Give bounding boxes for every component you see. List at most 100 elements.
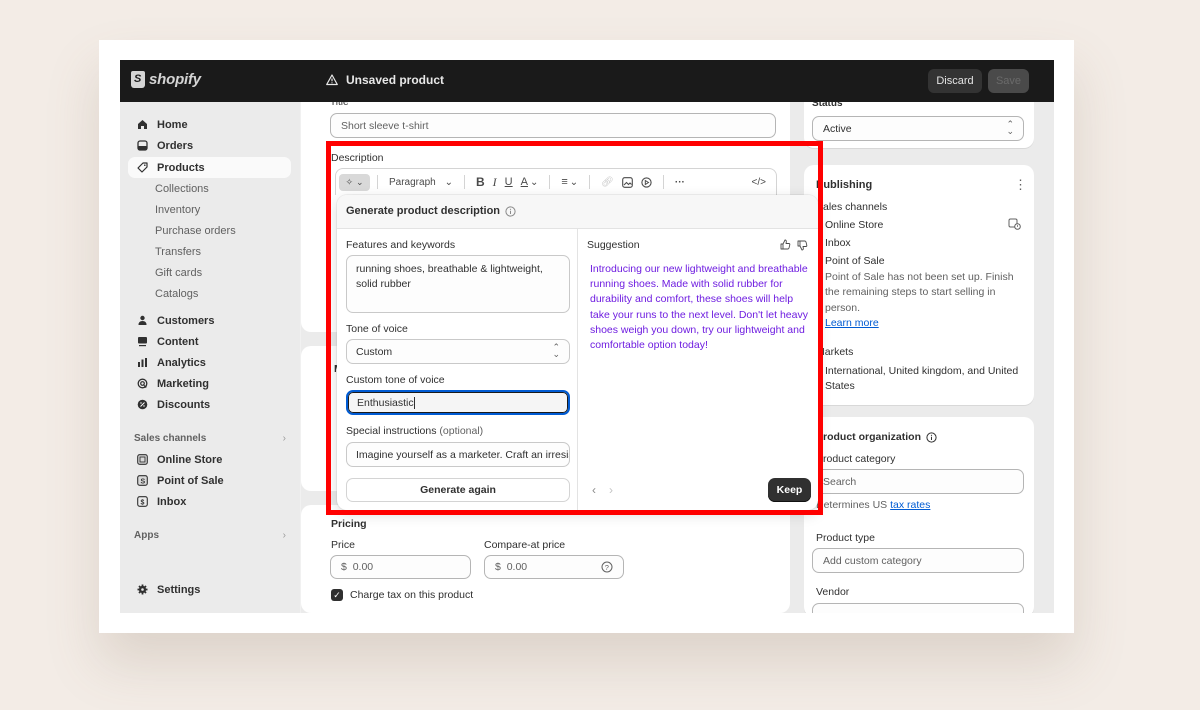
sidebar-item-orders[interactable]: Orders xyxy=(128,135,291,156)
product-organization-card: Product organization Product category Se… xyxy=(804,417,1034,613)
apps-section[interactable]: Apps › xyxy=(134,530,286,541)
status-select[interactable]: Active ⌃ ⌄ xyxy=(812,116,1024,141)
sidebar-item-discounts[interactable]: Discounts xyxy=(128,394,291,415)
sidebar-item-label: Content xyxy=(157,335,199,348)
more-icon[interactable]: ··· xyxy=(675,177,685,188)
person-icon xyxy=(136,315,148,327)
image-icon[interactable] xyxy=(622,176,633,188)
generate-again-button[interactable]: Generate again xyxy=(346,478,570,502)
price-currency: $ xyxy=(341,561,347,573)
learn-more-link[interactable]: Learn more xyxy=(825,317,879,329)
features-label: Features and keywords xyxy=(346,239,456,251)
popover-title-text: Generate product description xyxy=(346,205,501,217)
sidebar-item-point-of-sale[interactable]: S Point of Sale xyxy=(128,470,291,491)
sidebar-item-inbox[interactable]: $ Inbox xyxy=(128,491,291,512)
more-options-icon[interactable]: ⋮ xyxy=(1014,177,1027,193)
sidebar-item-label: Orders xyxy=(157,139,194,152)
info-icon[interactable] xyxy=(926,431,937,443)
help-icon[interactable]: ? xyxy=(601,561,613,576)
toolbar-divider xyxy=(464,175,465,189)
charge-tax-checkbox[interactable]: ✓ xyxy=(331,589,343,601)
sidebar-subitem-collections[interactable]: Collections xyxy=(155,183,209,195)
sidebar-item-label: Discounts xyxy=(157,398,211,411)
sidebar-item-label: Customers xyxy=(157,314,215,327)
sidebar-item-online-store[interactable]: Online Store xyxy=(128,449,291,470)
custom-tone-value: Enthusiastic xyxy=(357,396,414,409)
bold-icon[interactable]: B xyxy=(476,175,485,189)
svg-text:?: ? xyxy=(605,563,609,572)
toolbar-divider xyxy=(662,175,664,189)
popover-header: Generate product description xyxy=(337,195,818,229)
shopify-bag-icon xyxy=(131,71,145,88)
sidebar-item-label: Online Store xyxy=(157,453,223,466)
sidebar-item-settings[interactable]: Settings xyxy=(128,579,291,600)
sidebar-subitem-catalogs[interactable]: Catalogs xyxy=(155,288,198,300)
markets-label: Markets xyxy=(816,346,854,358)
tax-rates-link[interactable]: tax rates xyxy=(890,499,930,511)
special-label-text: Special instructions xyxy=(346,425,437,437)
charge-tax-row[interactable]: ✓ Charge tax on this product xyxy=(331,589,473,601)
sidebar-item-analytics[interactable]: Analytics xyxy=(128,352,291,373)
compare-at-price-label: Compare-at price xyxy=(484,539,566,551)
category-search-input[interactable]: Search xyxy=(812,469,1024,494)
sidebar-item-customers[interactable]: Customers xyxy=(128,310,291,331)
compare-at-price-input[interactable]: $ 0.00 ? xyxy=(484,555,624,579)
italic-icon[interactable]: I xyxy=(493,175,497,190)
sidebar-item-label: Inbox xyxy=(157,495,187,508)
schedule-icon[interactable] xyxy=(1008,217,1021,233)
previous-suggestion-icon[interactable]: ‹ xyxy=(592,483,596,497)
sidebar-subitem-purchase-orders[interactable]: Purchase orders xyxy=(155,225,236,237)
text-color-icon[interactable]: A ⌄ xyxy=(521,176,539,188)
video-icon[interactable] xyxy=(641,176,652,188)
code-view-icon[interactable]: </> xyxy=(752,177,766,188)
svg-text:S: S xyxy=(140,478,145,485)
discard-button[interactable]: Discard xyxy=(928,69,982,93)
sidebar-item-content[interactable]: Content xyxy=(128,331,291,352)
sidebar-item-label: Point of Sale xyxy=(157,474,224,487)
save-button[interactable]: Save xyxy=(988,69,1029,93)
product-type-label: Product type xyxy=(816,532,875,544)
section-label: Apps xyxy=(134,530,159,541)
paragraph-format-select[interactable]: Paragraph ⌄ xyxy=(389,177,453,188)
sidebar-subitem-transfers[interactable]: Transfers xyxy=(155,246,201,258)
description-label: Description xyxy=(331,152,384,164)
org-heading-text: Product organization xyxy=(816,431,921,443)
category-help: Determines US tax rates xyxy=(816,499,930,511)
underline-icon[interactable]: U xyxy=(505,176,513,188)
vendor-input[interactable] xyxy=(812,603,1024,613)
toolbar-divider xyxy=(549,175,551,189)
price-input[interactable]: $ 0.00 xyxy=(330,555,471,579)
sidebar-subitem-gift-cards[interactable]: Gift cards xyxy=(155,267,202,279)
shopify-logo[interactable]: shopify xyxy=(131,71,201,88)
brand-name: shopify xyxy=(149,71,201,88)
sales-channels-section[interactable]: Sales channels › xyxy=(134,433,286,444)
status-value: Active xyxy=(823,122,852,135)
features-textarea[interactable]: running shoes, breathable & lightweight,… xyxy=(346,255,570,313)
thumbs-up-icon[interactable] xyxy=(780,237,791,255)
custom-tone-input[interactable]: Enthusiastic xyxy=(346,390,570,415)
next-suggestion-icon[interactable]: › xyxy=(609,483,613,497)
pos-note: Point of Sale has not been set up. Finis… xyxy=(825,271,1014,314)
align-icon[interactable]: ≡ ⌄ xyxy=(561,176,578,188)
sidebar-item-products[interactable]: Products xyxy=(128,157,291,178)
tone-select[interactable]: Custom ⌃ ⌄ xyxy=(346,339,570,364)
sidebar-item-label: Settings xyxy=(157,583,201,596)
thumbs-down-icon[interactable] xyxy=(797,238,808,256)
link-icon[interactable]: 🔗︎ xyxy=(601,177,614,188)
ai-generate-button[interactable]: ✧ ⌄ xyxy=(339,173,370,191)
info-icon[interactable] xyxy=(505,205,516,217)
special-instructions-input[interactable]: Imagine yourself as a marketer. Craft an… xyxy=(346,442,570,467)
product-type-input[interactable]: Add custom category xyxy=(812,548,1024,573)
sidebar-item-marketing[interactable]: Marketing xyxy=(128,373,291,394)
compare-value: 0.00 xyxy=(506,561,528,573)
sidebar-item-home[interactable]: Home xyxy=(128,114,291,135)
popover-column-divider xyxy=(577,229,578,510)
sidebar-subitem-inventory[interactable]: Inventory xyxy=(155,204,200,216)
special-instructions-label: Special instructions (optional) xyxy=(346,425,483,437)
charge-tax-label: Charge tax on this product xyxy=(350,589,474,601)
inbox-icon: $ xyxy=(136,496,148,508)
keep-button[interactable]: Keep xyxy=(768,478,811,502)
title-input[interactable]: Short sleeve t-shirt xyxy=(330,113,776,138)
publishing-card: Publishing ⋮ Sales channels Online Store… xyxy=(804,165,1034,405)
price-value: 0.00 xyxy=(352,561,374,573)
